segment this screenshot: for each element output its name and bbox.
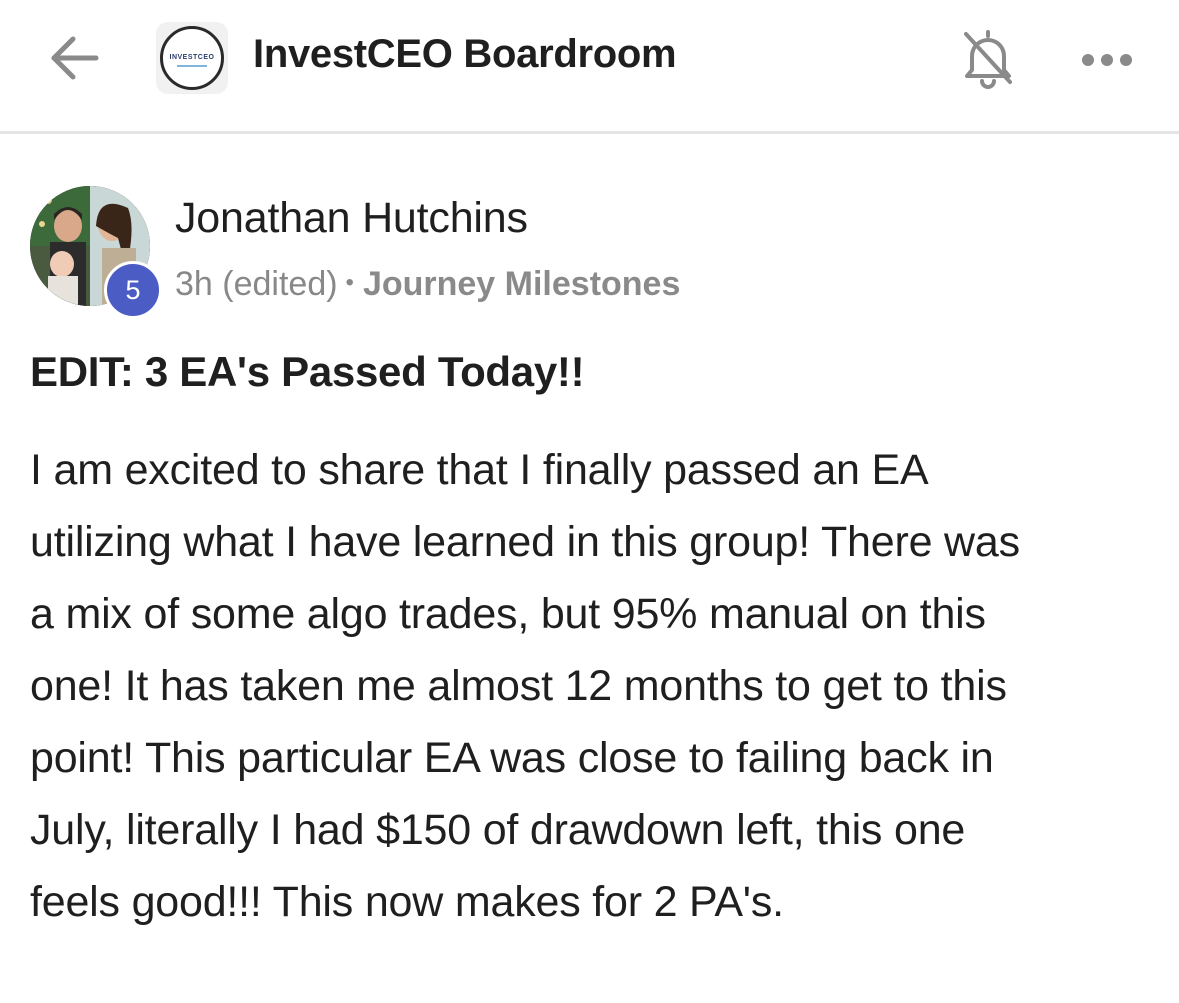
group-logo-underline: [177, 65, 207, 67]
post-timestamp: 3h (edited): [175, 265, 338, 303]
arrow-left-icon: [51, 36, 99, 80]
post-meta: 3h (edited) • Journey Milestones: [175, 265, 680, 304]
group-logo[interactable]: INVESTCEO: [156, 22, 228, 94]
post-body-line: a mix of some algo trades, but 95% manua…: [30, 590, 986, 638]
group-logo-badge: INVESTCEO: [160, 26, 224, 90]
more-options-button[interactable]: [1078, 40, 1136, 80]
back-button[interactable]: [46, 30, 102, 86]
post-body-line: utilizing what I have learned in this gr…: [30, 518, 1020, 566]
author-name[interactable]: Jonathan Hutchins: [175, 194, 528, 243]
bell-off-icon: [964, 30, 1012, 89]
post-body-line: point! This particular EA was close to f…: [30, 734, 994, 782]
post-body-line: July, literally I had $150 of drawdown l…: [30, 806, 966, 854]
more-horizontal-icon: [1082, 54, 1132, 66]
post-body: I am excited to share that I finally pas…: [30, 434, 1155, 938]
group-logo-text: INVESTCEO: [169, 54, 215, 61]
group-title[interactable]: InvestCEO Boardroom: [253, 32, 677, 77]
notification-toggle-button[interactable]: [960, 26, 1016, 90]
level-badge: 5: [104, 261, 162, 319]
top-app-bar: INVESTCEO InvestCEO Boardroom: [0, 0, 1179, 134]
meta-separator: •: [345, 269, 354, 296]
post-category[interactable]: Journey Milestones: [363, 265, 680, 303]
post-body-line: one! It has taken me almost 12 months to…: [30, 662, 1007, 710]
post-body-line: I am excited to share that I finally pas…: [30, 446, 929, 494]
post-body-line: feels good!!! This now makes for 2 PA's.: [30, 878, 784, 926]
post-title: EDIT: 3 EA's Passed Today!!: [30, 348, 585, 395]
